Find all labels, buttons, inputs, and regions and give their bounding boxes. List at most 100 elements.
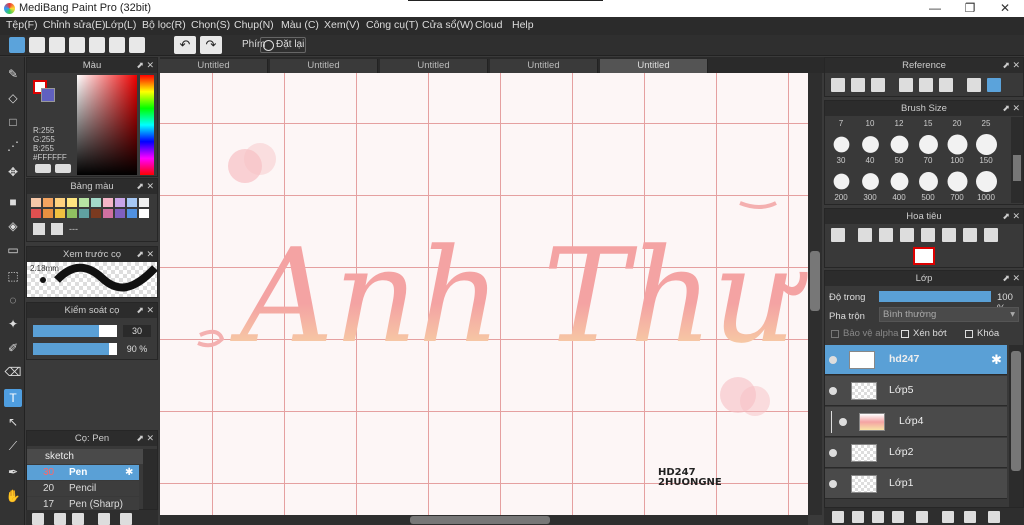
text-tool-icon[interactable]: T (4, 389, 22, 407)
eye-icon[interactable] (829, 449, 837, 457)
blend-mode-select[interactable]: Bình thường ▾ (879, 307, 1019, 322)
tab-untitled-4[interactable]: Untitled (490, 59, 598, 73)
layer-list-scrollbar[interactable] (1009, 345, 1023, 507)
brush-size-scrollbar[interactable] (1011, 117, 1023, 203)
panel-close-icon[interactable]: ⬈ ✕ (136, 303, 154, 318)
canvas-vertical-scrollbar[interactable] (808, 73, 822, 515)
brush-size-circle[interactable] (947, 171, 968, 192)
cloud-icon[interactable] (9, 37, 25, 53)
close-button[interactable]: ✕ (990, 1, 1020, 15)
close-icon[interactable] (871, 78, 885, 92)
palette-swatch[interactable] (31, 209, 41, 218)
dotted-pen-icon[interactable]: ⋰ (4, 137, 22, 155)
menu-edit[interactable]: Chỉnh sửa(E) (43, 19, 105, 31)
layer-item[interactable]: Lớp2 (825, 438, 1007, 468)
brush-size-circle[interactable] (976, 171, 997, 192)
clipping-checkbox[interactable] (901, 330, 909, 338)
brush-item-pen-sharp[interactable]: 17 Pen (Sharp) (27, 497, 139, 510)
menu-select[interactable]: Chọn(S) (191, 19, 230, 31)
brush-group-sketch[interactable]: sketch (27, 449, 143, 464)
zoom-in-icon[interactable] (858, 228, 872, 242)
gear-icon[interactable]: ✱ (991, 352, 1002, 368)
brush-size-circle[interactable] (862, 136, 879, 153)
layer-item[interactable]: Lớp5 (825, 376, 1007, 406)
brush-size-scroll-thumb[interactable] (1013, 155, 1021, 181)
add-image-icon[interactable] (831, 78, 845, 92)
select-pen-icon[interactable]: ✐ (4, 339, 22, 357)
select-rect-icon[interactable]: ⬚ (4, 267, 22, 285)
new-layer-icon[interactable] (832, 511, 844, 523)
gear-icon[interactable]: ✱ (125, 465, 133, 480)
saturation-value-picker[interactable] (77, 75, 137, 175)
brush-item-pen[interactable]: 30 Pen ✱ (27, 465, 139, 480)
layer-item[interactable]: Lớp1 (825, 469, 1007, 499)
brush-settings-icon[interactable] (98, 513, 110, 525)
gradient-tool-icon[interactable]: ▭ (4, 241, 22, 259)
new-8bit-layer-icon[interactable] (872, 511, 884, 523)
fit-icon[interactable] (919, 78, 933, 92)
brush-size-circle[interactable] (919, 172, 938, 191)
palette-swatch[interactable] (79, 198, 89, 207)
template-icon[interactable] (109, 37, 125, 53)
hue-slider[interactable] (140, 75, 154, 175)
palette-swatch[interactable] (127, 198, 137, 207)
hand-tool-icon[interactable]: ✋ (4, 487, 22, 505)
tab-untitled-3[interactable]: Untitled (380, 59, 488, 73)
brush-size-circle[interactable] (890, 135, 909, 154)
panel-close-icon[interactable]: ⬈ ✕ (136, 58, 154, 73)
palette-swatch[interactable] (91, 198, 101, 207)
operation-tool-icon[interactable]: ↖ (4, 413, 22, 431)
brush-size-circle[interactable] (833, 173, 850, 190)
spoid-tool-icon[interactable]: ✒ (4, 463, 22, 481)
protect-alpha-checkbox[interactable] (831, 330, 839, 338)
palette-swatch[interactable] (103, 209, 113, 218)
select-eraser-icon[interactable]: ⌫ (4, 363, 22, 381)
brush-size-circle[interactable] (976, 134, 997, 155)
tab-untitled-1[interactable]: Untitled (160, 59, 268, 73)
canvas-horizontal-scrollbar[interactable] (160, 515, 808, 525)
brush-list-scrollbar[interactable] (143, 449, 157, 509)
zoom-out-icon[interactable] (939, 78, 953, 92)
palette-swatch[interactable] (55, 209, 65, 218)
reset-view-icon[interactable] (963, 228, 977, 242)
menu-file[interactable]: Tệp(F) (6, 19, 38, 31)
palette-swatch[interactable] (91, 209, 101, 218)
eye-icon[interactable] (839, 418, 847, 426)
eyedropper-icon[interactable] (967, 78, 981, 92)
panel-close-icon[interactable]: ⬈ ✕ (1002, 209, 1020, 224)
magic-wand-icon[interactable]: ✦ (4, 315, 22, 333)
palette-swatch[interactable] (31, 198, 41, 207)
rotate-icon[interactable] (921, 228, 935, 242)
panel-close-icon[interactable]: ⬈ ✕ (1002, 58, 1020, 73)
layer-opacity-slider[interactable] (879, 291, 991, 302)
lock-checkbox[interactable] (965, 330, 973, 338)
palette-swatch[interactable] (139, 209, 149, 218)
color-swap-button[interactable] (55, 164, 71, 173)
menu-help[interactable]: Help (512, 19, 534, 31)
panel-close-icon[interactable]: ⬈ ✕ (1002, 101, 1020, 116)
menu-filter[interactable]: Bộ lọc(R) (142, 19, 186, 31)
eyedropper-tool-icon[interactable]: ⟋ (4, 437, 22, 455)
menu-window[interactable]: Cửa sổ(W) (422, 19, 473, 31)
tab-untitled-5[interactable]: Untitled (600, 59, 708, 73)
document-icon[interactable] (89, 37, 105, 53)
palette-swatch[interactable] (79, 209, 89, 218)
minimize-button[interactable]: — (920, 1, 950, 15)
palette-swatch[interactable] (139, 198, 149, 207)
new-folder-icon[interactable] (916, 511, 928, 523)
brush-size-value[interactable]: 30 (123, 325, 151, 337)
palette-swatch[interactable] (115, 198, 125, 207)
open-folder-icon[interactable] (851, 78, 865, 92)
hand-icon[interactable] (987, 78, 1001, 92)
fit-icon[interactable] (879, 228, 893, 242)
copy-brush-icon[interactable] (72, 513, 84, 525)
brush-size-circle[interactable] (862, 173, 879, 190)
eye-icon[interactable] (829, 387, 837, 395)
eye-icon[interactable] (829, 480, 837, 488)
upload-icon[interactable] (29, 37, 45, 53)
palette-swatch[interactable] (67, 209, 77, 218)
redo-button[interactable]: ↷ (200, 36, 222, 54)
panel-close-icon[interactable]: ⬈ ✕ (136, 179, 154, 194)
folder-icon[interactable] (120, 513, 132, 525)
menu-capture[interactable]: Chụp(N) (234, 19, 274, 31)
